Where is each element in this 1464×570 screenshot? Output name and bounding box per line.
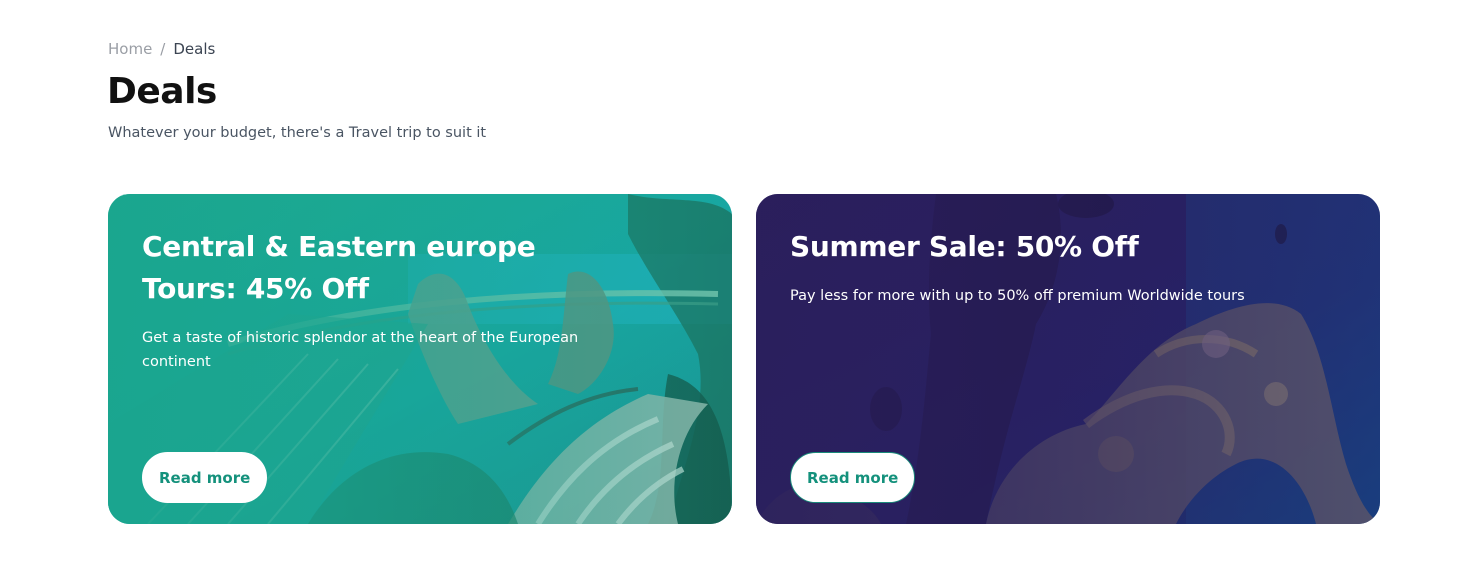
deal-title: Summer Sale: 50% Off <box>790 230 1139 263</box>
deal-description: Pay less for more with up to 50% off pre… <box>790 288 1245 304</box>
read-more-button[interactable]: Read more <box>790 452 916 503</box>
page-title: Deals <box>107 71 217 112</box>
breadcrumb-separator: / <box>160 40 166 58</box>
deal-description: Get a taste of historic splendor at the … <box>142 330 579 370</box>
breadcrumb-home-link[interactable]: Home <box>108 40 152 58</box>
deals-page: Home / Deals Deals Whatever your budget,… <box>0 0 1464 570</box>
deal-card-summer-sale: Summer Sale: 50% Off Pay less for more w… <box>756 194 1380 524</box>
breadcrumb: Home / Deals <box>108 40 215 58</box>
deal-title-line-2: Tours: 45% Off <box>142 272 369 305</box>
read-more-button[interactable]: Read more <box>142 452 268 503</box>
deal-title-line-1: Central & Eastern europe <box>142 230 536 263</box>
page-subtitle: Whatever your budget, there's a Travel t… <box>108 125 487 141</box>
deal-title: Central & Eastern europe Tours: 45% Off <box>142 226 562 310</box>
breadcrumb-current: Deals <box>173 40 216 58</box>
deal-card-europe: Central & Eastern europe Tours: 45% Off … <box>108 194 732 524</box>
